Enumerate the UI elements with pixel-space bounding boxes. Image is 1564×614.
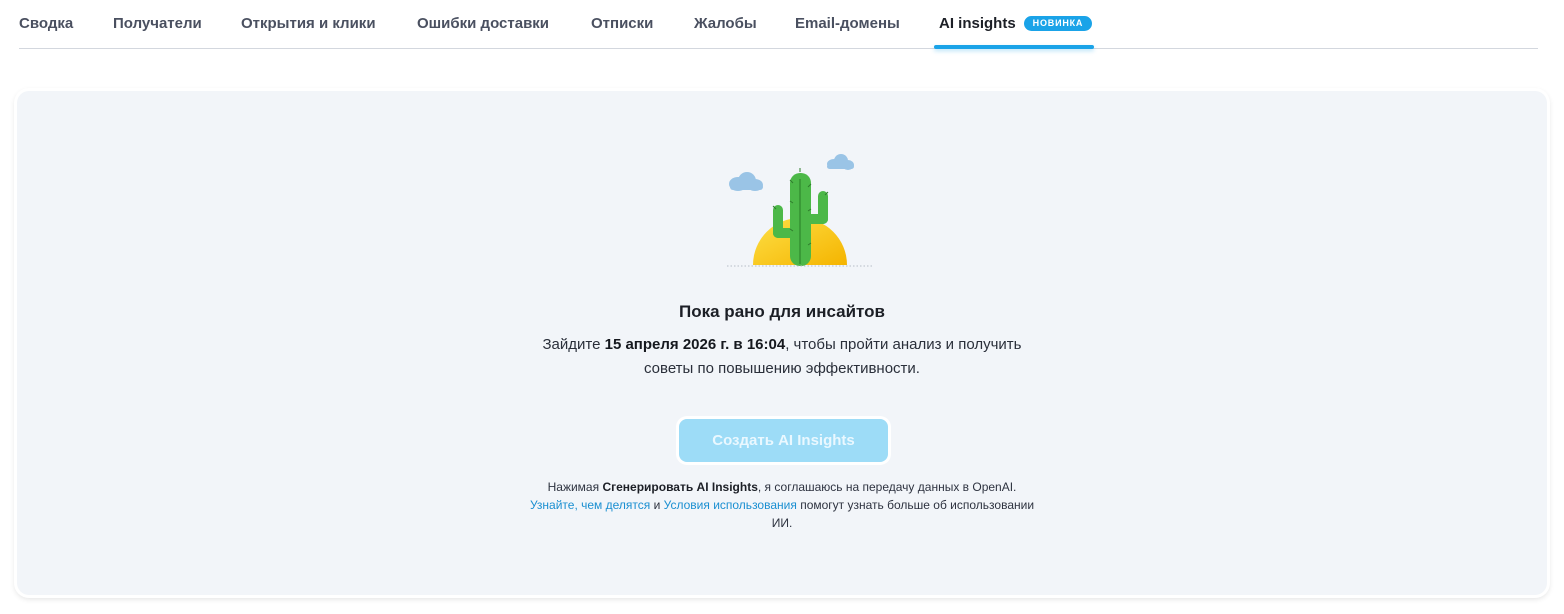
tab-opens-clicks[interactable]: Открытия и клики — [241, 15, 376, 33]
desc-date: 15 апреля 2026 г. в 16:04 — [604, 336, 786, 353]
tab-complaints[interactable]: Жалобы — [694, 15, 757, 33]
tab-ai-insights[interactable]: AI insights НОВИНКА — [939, 15, 1093, 33]
disclaimer-bold: Сгенерировать AI Insights — [602, 480, 758, 494]
tab-email-domains[interactable]: Email-домены — [795, 15, 900, 33]
tab-recipients[interactable]: Получатели — [113, 15, 202, 33]
disclaimer-prefix: Нажимая — [547, 480, 603, 494]
cloud-icon — [729, 172, 763, 191]
terms-of-use-link[interactable]: Условия использования — [664, 498, 797, 512]
empty-state-title: Пока рано для инсайтов — [679, 302, 885, 321]
cactus-sun-icon — [707, 153, 877, 274]
create-ai-insights-button[interactable]: Создать AI Insights — [679, 419, 888, 462]
tab-summary[interactable]: Сводка — [19, 15, 73, 33]
new-badge: НОВИНКА — [1023, 16, 1093, 31]
tab-ai-insights-label: AI insights — [939, 15, 1016, 32]
active-tab-indicator — [934, 45, 1094, 49]
desc-prefix: Зайдите — [542, 336, 605, 353]
disclaimer-and: и — [650, 498, 664, 512]
tab-bar: Сводка Получатели Открытия и клики Ошибк… — [19, 0, 1538, 49]
openai-disclaimer: Нажимая Сгенерировать AI Insights, я сог… — [522, 478, 1042, 532]
ai-insights-card: Пока рано для инсайтов Зайдите 15 апреля… — [17, 91, 1547, 595]
disclaimer-suffix: помогут узнать больше об использовании И… — [771, 498, 1035, 530]
cloud-icon — [827, 154, 854, 170]
tab-delivery-errors[interactable]: Ошибки доставки — [417, 15, 549, 33]
what-is-shared-link[interactable]: Узнайте, чем делятся — [530, 498, 650, 512]
empty-state-description: Зайдите 15 апреля 2026 г. в 16:04, чтобы… — [532, 333, 1032, 381]
tab-unsubscribes[interactable]: Отписки — [591, 15, 653, 33]
disclaimer-middle: , я соглашаюсь на передачу данных в Open… — [757, 480, 1017, 494]
